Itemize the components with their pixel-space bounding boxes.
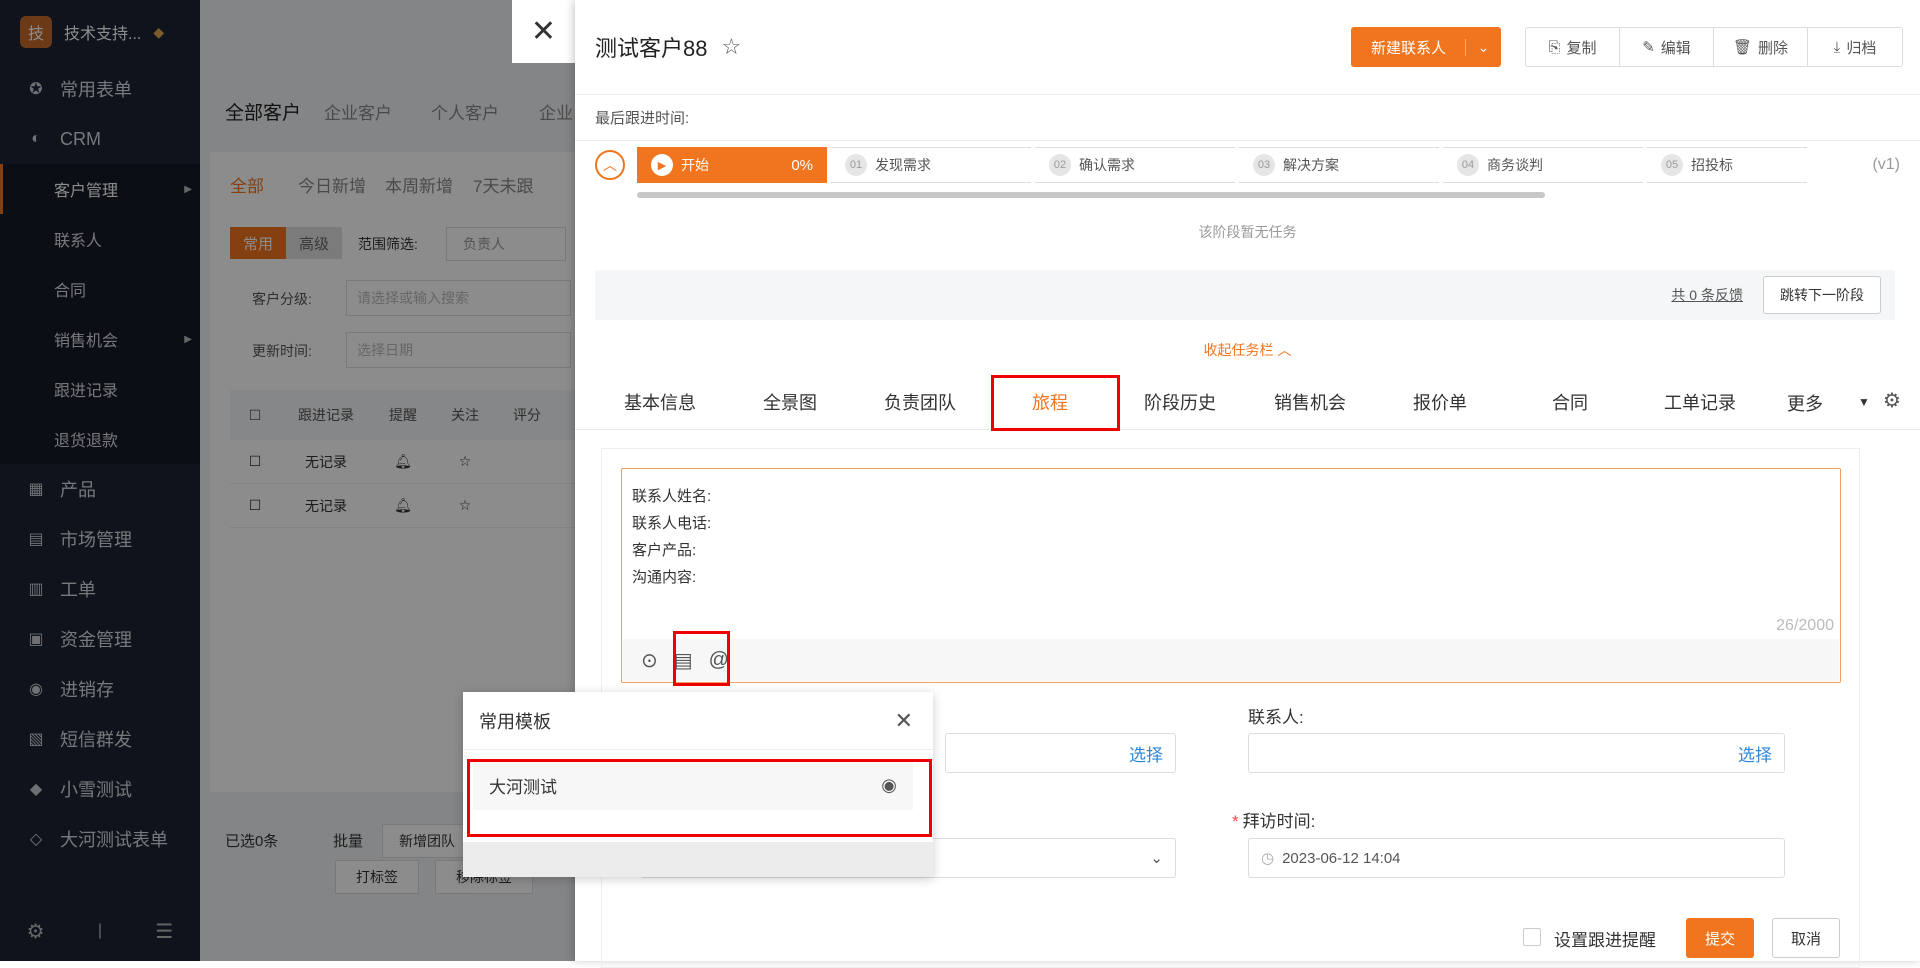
visit-time-input[interactable]: ◷ 2023-06-12 14:04 <box>1248 838 1785 878</box>
comment-icon[interactable]: ⊙ <box>641 648 658 673</box>
last-follow-time: 最后跟进时间: <box>575 95 1920 141</box>
highlight-box <box>991 375 1120 431</box>
highlight-box <box>673 631 730 686</box>
delete-button[interactable]: 🗑︎ 删除 <box>1714 28 1808 66</box>
action-bar: ⎘ 复制 ✎ 编辑 🗑︎ 删除 ⤓ 归档 <box>1525 27 1903 67</box>
tab-panorama[interactable]: 全景图 <box>725 389 855 415</box>
stage-3[interactable]: 03 解决方案 <box>1239 147 1439 183</box>
highlight-box <box>467 759 932 837</box>
reminder-label: 设置跟进提醒 <box>1554 931 1656 950</box>
tab-tickets[interactable]: 工单记录 <box>1635 389 1765 415</box>
tab-more[interactable]: 更多 <box>1787 390 1823 416</box>
contact-label: 联系人: <box>1248 708 1304 727</box>
chevron-down-icon[interactable]: ⌄ <box>1465 38 1501 56</box>
tab-team[interactable]: 负责团队 <box>855 389 985 415</box>
archive-button[interactable]: ⤓ 归档 <box>1808 28 1902 66</box>
tab-basic-info[interactable]: 基本信息 <box>595 389 725 415</box>
gear-icon[interactable]: ⚙ <box>1883 388 1901 413</box>
tab-stage-history[interactable]: 阶段历史 <box>1115 389 1245 415</box>
contact-field[interactable]: 选择 <box>1248 733 1785 773</box>
drawer-header: 测试客户88 ☆ 新建联系人 ⌄ ⎘ 复制 ✎ 编辑 🗑︎ 删除 ⤓ 归档 <box>575 0 1920 95</box>
clock-icon: ◷ <box>1261 850 1275 867</box>
close-icon[interactable]: ✕ <box>895 708 913 734</box>
stage-5[interactable]: 05 招投标 <box>1647 147 1807 183</box>
star-icon[interactable]: ☆ <box>721 34 741 60</box>
editor-text[interactable]: 联系人姓名: 联系人电话: 客户产品: 沟通内容: <box>622 469 1840 605</box>
no-task-text: 该阶段暂无任务 <box>1198 224 1297 240</box>
popup-header: 常用模板 ✕ <box>463 692 933 750</box>
customer-title: 测试客户88 <box>595 36 708 61</box>
reminder-checkbox[interactable] <box>1523 928 1541 946</box>
edit-button[interactable]: ✎ 编辑 <box>1620 28 1714 66</box>
char-count: 26/2000 <box>1776 617 1834 634</box>
trash-icon: 🗑︎ <box>1732 39 1753 56</box>
detail-tabs: 基本信息 全景图 负责团队 旅程 阶段历史 销售机会 报价单 合同 工单记录 <box>575 375 1920 430</box>
close-icon[interactable]: ✕ <box>512 0 575 63</box>
new-contact-button[interactable]: 新建联系人 ⌄ <box>1351 27 1501 67</box>
play-icon: ▶ <box>651 154 673 176</box>
caret-down-icon[interactable]: ▼ <box>1858 395 1870 409</box>
content-editor[interactable]: 联系人姓名: 联系人电话: 客户产品: 沟通内容: 26/2000 ⊙ ▤ @ <box>621 468 1841 683</box>
submit-button[interactable]: 提交 <box>1686 918 1754 958</box>
copy-icon: ⎘ <box>1548 38 1561 56</box>
copy-button[interactable]: ⎘ 复制 <box>1526 28 1620 66</box>
feedback-row: 共 0 条反馈 跳转下一阶段 <box>595 270 1895 320</box>
tab-quotes[interactable]: 报价单 <box>1375 389 1505 415</box>
chevron-down-icon: ⌄ <box>1150 850 1163 867</box>
stage-start[interactable]: ▶ 开始 0% <box>637 147 827 183</box>
stage-2[interactable]: 02 确认需求 <box>1035 147 1235 183</box>
version-label: (v1) <box>1872 156 1900 173</box>
stage-bar: ︿ ▶ 开始 0% 01 发现需求 02 确认需求 03 解决方案 04 商务谈判 05 招投… <box>575 141 1920 189</box>
tab-opportunities[interactable]: 销售机会 <box>1245 389 1375 415</box>
stage-1[interactable]: 01 发现需求 <box>831 147 1031 183</box>
tab-contracts[interactable]: 合同 <box>1505 389 1635 415</box>
pen-icon: ✎ <box>1642 39 1655 56</box>
collapse-taskbar[interactable]: 收起任务栏 ︿ <box>575 340 1920 360</box>
feedback-link[interactable]: 共 0 条反馈 <box>1671 285 1743 305</box>
collapse-up-icon[interactable]: ︿ <box>595 150 625 180</box>
next-stage-button[interactable]: 跳转下一阶段 <box>1763 276 1881 314</box>
cancel-button[interactable]: 取消 <box>1772 918 1840 958</box>
editor-toolbar: ⊙ ▤ @ <box>623 639 1839 681</box>
download-icon: ⤓ <box>1833 38 1841 56</box>
popup-footer <box>463 842 933 877</box>
visit-time-label: * 拜访时间: <box>1232 812 1316 831</box>
left-select-field[interactable]: 选择 <box>945 733 1176 773</box>
stage-scrollbar[interactable] <box>637 192 1545 198</box>
chevron-up-icon: ︿ <box>1277 342 1292 358</box>
stage-4[interactable]: 04 商务谈判 <box>1443 147 1643 183</box>
popup-title: 常用模板 <box>479 711 551 732</box>
